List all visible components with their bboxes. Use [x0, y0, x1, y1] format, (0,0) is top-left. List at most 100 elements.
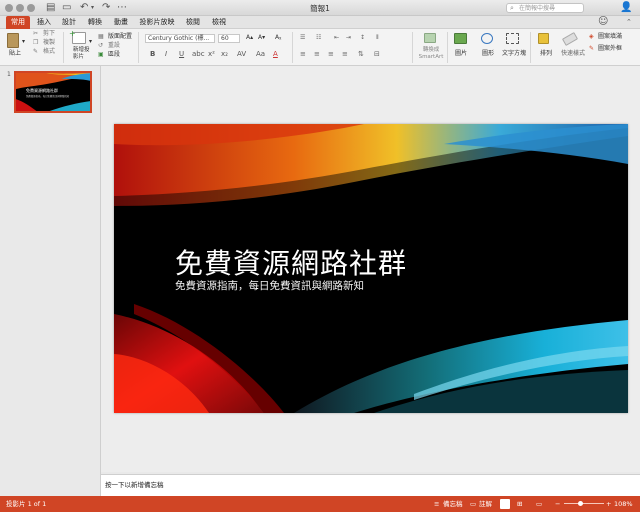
justify-icon[interactable]: ≡	[342, 50, 348, 59]
zoom-out-icon[interactable]: −	[555, 496, 560, 512]
quick-styles-icon[interactable]	[561, 32, 579, 46]
copy-button[interactable]: 複製	[43, 39, 55, 47]
cut-button[interactable]: 剪下	[43, 30, 55, 38]
zoom-level[interactable]: 108%	[614, 496, 633, 512]
tab-home[interactable]: 常用	[6, 16, 30, 29]
bullets-icon[interactable]: ☰	[300, 34, 305, 42]
grow-font-icon[interactable]: A▴	[246, 34, 253, 42]
notes-pane[interactable]: 按一下以新增備忘稿	[101, 474, 640, 496]
comments-icon[interactable]: ▭	[470, 496, 476, 512]
tab-view[interactable]: 檢視	[208, 16, 230, 29]
new-slide-button[interactable]: 新增投影片	[73, 47, 93, 60]
textbox-button[interactable]: 文字方塊	[502, 50, 526, 58]
line-spacing-icon[interactable]: ↕	[360, 34, 365, 42]
normal-view-icon[interactable]	[500, 499, 510, 509]
search-input[interactable]: ⌕ 在簡報中搜尋	[506, 3, 584, 13]
text-direction-icon[interactable]: ⇅	[358, 50, 364, 59]
close-window-icon[interactable]	[5, 4, 13, 12]
zoom-slider-thumb[interactable]	[578, 501, 583, 506]
align-text-icon[interactable]: ⊟	[374, 50, 380, 59]
shape-outline-button[interactable]: 圖案外框	[598, 45, 622, 53]
superscript-icon[interactable]: x²	[208, 50, 215, 59]
reset-icon[interactable]: ↺	[98, 42, 103, 50]
slide-title[interactable]: 免費資源網路社群	[175, 242, 407, 282]
shape-outline-icon[interactable]: ✎	[589, 45, 594, 53]
align-center-icon[interactable]: ≡	[314, 50, 320, 59]
format-painter-button[interactable]: 格式	[43, 48, 55, 56]
comments-toggle-button[interactable]: 註解	[479, 496, 492, 512]
font-name-select[interactable]: Century Gothic (標...	[145, 34, 215, 43]
copy-icon[interactable]: ❐	[33, 39, 38, 47]
shape-icon[interactable]	[481, 33, 493, 44]
slide-canvas[interactable]: 免費資源網路社群 免費資源指南，每日免費資訊與網路新知	[114, 124, 628, 413]
quick-styles-button[interactable]: 快速樣式	[561, 50, 585, 58]
slide-subtitle[interactable]: 免費資源指南，每日免費資訊與網路新知	[175, 278, 364, 293]
slide-sorter-icon[interactable]: ⊞	[517, 496, 522, 512]
undo-icon[interactable]: ↶	[80, 3, 88, 13]
window-title: 簡報1	[310, 4, 330, 13]
zoom-window-icon[interactable]	[27, 4, 35, 12]
convert-smartart-button[interactable]: 轉換成 SmartArt	[417, 47, 445, 60]
slide-thumbnail[interactable]: 免費資源網路社群 免費資源指南，每日免費資訊與網路新知	[14, 71, 92, 113]
increase-indent-icon[interactable]: ⇥	[346, 34, 351, 42]
shape-fill-icon[interactable]: ◈	[589, 33, 594, 41]
align-left-icon[interactable]: ≡	[300, 50, 306, 59]
paste-dropdown-icon[interactable]: ▾	[22, 38, 25, 46]
undo-dropdown-icon[interactable]: ▾	[91, 3, 94, 13]
customize-toolbar-icon[interactable]: ⋯	[117, 3, 127, 13]
character-spacing-icon[interactable]: AV	[237, 50, 246, 59]
font-color-icon[interactable]: A	[273, 50, 278, 59]
layout-button[interactable]: 版面配置	[108, 33, 132, 41]
italic-icon[interactable]: I	[165, 50, 167, 59]
arrange-icon[interactable]	[538, 33, 549, 44]
align-right-icon[interactable]: ≡	[328, 50, 334, 59]
smiley-feedback-icon[interactable]: ☺	[598, 17, 608, 27]
zoom-slider-track[interactable]	[564, 503, 604, 504]
section-button[interactable]: 區段	[108, 51, 120, 59]
section-icon[interactable]: ▣	[98, 51, 104, 59]
columns-icon[interactable]: ⫴	[376, 34, 379, 42]
redo-icon[interactable]: ↷	[102, 3, 110, 13]
cut-icon[interactable]: ✂	[33, 30, 38, 38]
notes-icon[interactable]: ≡	[434, 496, 439, 512]
shape-button[interactable]: 圖形	[482, 50, 494, 58]
layout-icon[interactable]: ▦	[98, 33, 104, 41]
tab-review[interactable]: 檢閱	[182, 16, 204, 29]
reset-button[interactable]: 重設	[108, 42, 120, 50]
decrease-indent-icon[interactable]: ⇤	[334, 34, 339, 42]
shrink-font-icon[interactable]: A▾	[258, 34, 265, 42]
font-size-select[interactable]: 60	[218, 34, 240, 43]
shadow-text-icon[interactable]: abc	[192, 50, 205, 59]
share-user-icon[interactable]: 👤	[620, 3, 632, 13]
underline-icon[interactable]: U	[179, 50, 184, 59]
zoom-in-icon[interactable]: +	[606, 496, 611, 512]
tab-design[interactable]: 設計	[58, 16, 80, 29]
tab-slide-show[interactable]: 投影片放映	[137, 16, 177, 29]
tab-animations[interactable]: 動畫	[110, 16, 132, 29]
tab-transitions[interactable]: 轉換	[84, 16, 106, 29]
slide-show-icon[interactable]: ▭	[536, 496, 542, 512]
textbox-icon[interactable]	[506, 33, 519, 44]
arrange-button[interactable]: 排列	[540, 50, 552, 58]
save-icon[interactable]: ▤	[46, 3, 55, 13]
change-case-icon[interactable]: Aa	[256, 50, 265, 59]
new-slide-dropdown-icon[interactable]: ▾	[89, 38, 92, 46]
shape-fill-button[interactable]: 圖案填滿	[598, 33, 622, 41]
open-folder-icon[interactable]: ▭	[62, 3, 71, 13]
minimize-window-icon[interactable]	[16, 4, 24, 12]
tab-insert[interactable]: 插入	[33, 16, 55, 29]
bold-icon[interactable]: B	[150, 50, 155, 59]
numbering-icon[interactable]: ☷	[316, 34, 321, 42]
subscript-icon[interactable]: x₂	[221, 50, 228, 59]
collapse-ribbon-icon[interactable]: ⌃	[626, 17, 632, 27]
notes-toggle-button[interactable]: 備忘稿	[443, 496, 463, 512]
smartart-icon[interactable]	[424, 33, 436, 43]
picture-button[interactable]: 圖片	[455, 50, 467, 58]
notes-placeholder: 按一下以新增備忘稿	[105, 481, 164, 489]
paste-label[interactable]: 貼上	[9, 50, 21, 58]
ribbon-tabs: 常用 插入 設計 轉換 動畫 投影片放映 檢閱 檢視 ☺ ⌃	[0, 16, 640, 29]
paste-icon[interactable]	[7, 33, 19, 48]
format-painter-icon[interactable]: ✎	[33, 48, 38, 56]
clear-formatting-icon[interactable]: Aᵪ	[275, 34, 281, 42]
picture-icon[interactable]	[454, 33, 467, 44]
